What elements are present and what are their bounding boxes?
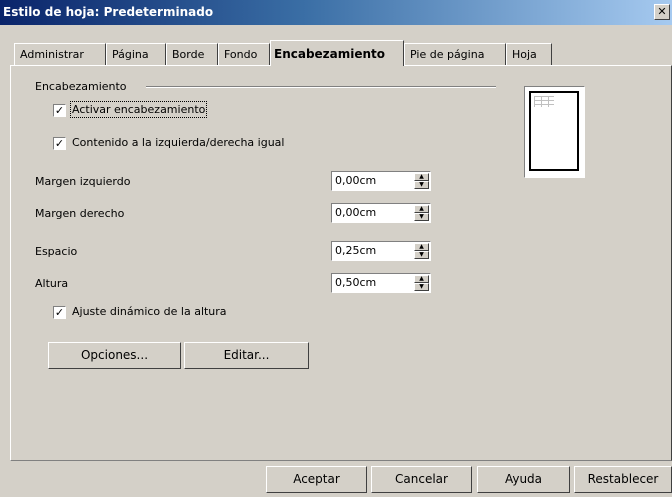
reset-button[interactable]: Restablecer <box>574 466 672 493</box>
tab-fondo[interactable]: Fondo <box>218 43 270 65</box>
height-value[interactable]: 0,50cm <box>335 276 376 289</box>
left-margin-value[interactable]: 0,00cm <box>335 174 376 187</box>
autofit-height-checkbox[interactable]: ✓ <box>53 306 66 319</box>
tab-borde[interactable]: Borde <box>166 43 218 65</box>
spin-down-icon[interactable]: ▼ <box>414 181 429 189</box>
page-preview <box>524 86 585 178</box>
spin-arrows: ▲ ▼ <box>414 205 429 221</box>
spacing-stepper[interactable]: 0,25cm ▲ ▼ <box>331 241 431 261</box>
title-bar: Estilo de hoja: Predeterminado ✕ <box>0 0 672 25</box>
spin-down-icon[interactable]: ▼ <box>414 251 429 259</box>
spin-up-icon[interactable]: ▲ <box>414 243 429 251</box>
same-content-checkbox[interactable]: ✓ <box>53 137 66 150</box>
tab-pie-de-pagina[interactable]: Pie de página <box>404 43 506 65</box>
spin-arrows: ▲ ▼ <box>414 243 429 259</box>
activate-header-checkbox[interactable]: ✓ <box>53 104 66 117</box>
height-label: Altura <box>35 277 69 290</box>
same-content-label[interactable]: Contenido a la izquierda/derecha igual <box>72 136 284 149</box>
page-preview-header <box>534 96 554 107</box>
section-title: Encabezamiento <box>35 80 127 93</box>
height-stepper[interactable]: 0,50cm ▲ ▼ <box>331 273 431 293</box>
left-margin-label: Margen izquierdo <box>35 175 131 188</box>
spacing-value[interactable]: 0,25cm <box>335 244 376 257</box>
options-button[interactable]: Opciones... <box>48 342 181 369</box>
spin-up-icon[interactable]: ▲ <box>414 275 429 283</box>
tab-label: Administrar <box>20 48 84 61</box>
right-margin-value[interactable]: 0,00cm <box>335 206 376 219</box>
tab-label: Fondo <box>224 48 258 61</box>
spin-arrows: ▲ ▼ <box>414 173 429 189</box>
activate-header-label[interactable]: Activar encabezamiento <box>69 101 208 118</box>
tab-encabezamiento[interactable]: Encabezamiento <box>270 40 404 66</box>
close-icon[interactable]: ✕ <box>654 4 670 20</box>
tab-hoja[interactable]: Hoja <box>506 43 552 65</box>
cancel-button[interactable]: Cancelar <box>371 466 472 493</box>
tab-administrar[interactable]: Administrar <box>14 43 106 65</box>
ok-button[interactable]: Aceptar <box>266 466 367 493</box>
section-divider <box>146 86 496 88</box>
spin-up-icon[interactable]: ▲ <box>414 205 429 213</box>
tab-label: Hoja <box>512 48 537 61</box>
right-margin-stepper[interactable]: 0,00cm ▲ ▼ <box>331 203 431 223</box>
tab-label: Pie de página <box>410 48 485 61</box>
window-title: Estilo de hoja: Predeterminado <box>3 5 214 19</box>
spin-down-icon[interactable]: ▼ <box>414 283 429 291</box>
tab-label: Borde <box>172 48 205 61</box>
tab-label: Encabezamiento <box>274 47 386 61</box>
tab-label: Página <box>112 48 149 61</box>
right-margin-label: Margen derecho <box>35 207 125 220</box>
spacing-label: Espacio <box>35 245 78 258</box>
spin-down-icon[interactable]: ▼ <box>414 213 429 221</box>
left-margin-stepper[interactable]: 0,00cm ▲ ▼ <box>331 171 431 191</box>
help-button[interactable]: Ayuda <box>477 466 570 493</box>
spin-up-icon[interactable]: ▲ <box>414 173 429 181</box>
tab-pagina[interactable]: Página <box>106 43 166 65</box>
page-preview-page <box>529 91 579 171</box>
autofit-height-label[interactable]: Ajuste dinámico de la altura <box>72 305 227 318</box>
spin-arrows: ▲ ▼ <box>414 275 429 291</box>
edit-button[interactable]: Editar... <box>184 342 309 369</box>
